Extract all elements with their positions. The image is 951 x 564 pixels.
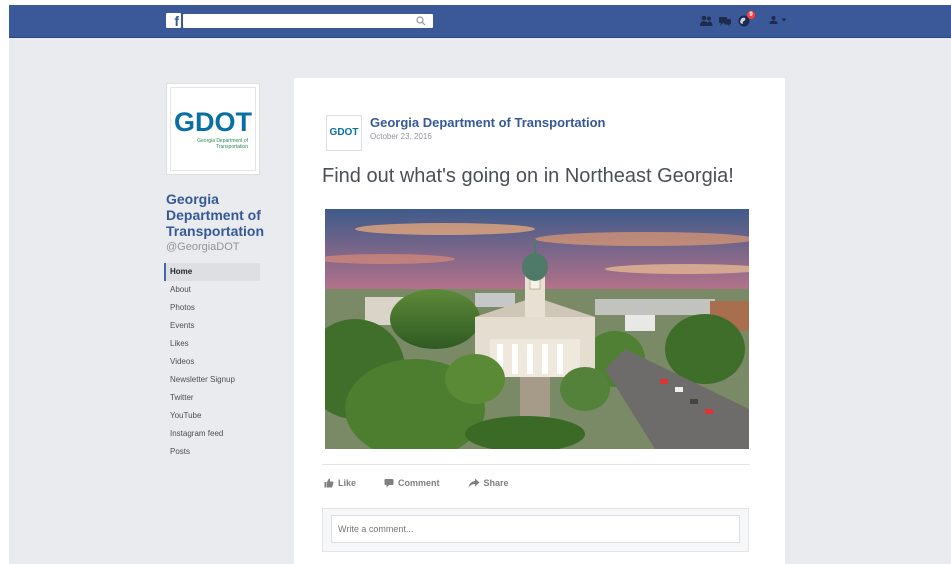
post-author-avatar[interactable]: GDOT [326,115,362,151]
top-icons-group: 9 [699,11,755,29]
logo-subtitle: Georgia Department of Transportation [197,137,248,150]
nav-item-events[interactable]: Events [164,317,260,335]
post-card: GDOT Georgia Department of Transportatio… [294,78,785,564]
nav-item-twitter[interactable]: Twitter [164,389,260,407]
logo-wordmark: GDOT [174,106,252,137]
nav-item-newsletter-signup[interactable]: Newsletter Signup [164,371,260,389]
comment-button[interactable]: Comment [384,478,440,488]
post-actions: Like Comment Share [324,478,509,488]
search-input[interactable] [183,14,413,28]
chevron-down-icon [781,18,787,21]
page-handle[interactable]: @GeorgiaDOT [166,241,240,253]
nav-item-likes[interactable]: Likes [164,335,260,353]
page-name[interactable]: Georgia Department of Transportation [166,191,276,239]
messages-icon[interactable] [718,14,732,28]
nav-item-instagram-feed[interactable]: Instagram feed [164,425,260,443]
nav-item-about[interactable]: About [164,281,260,299]
avatar-logo-text: GDOT [329,127,359,138]
search-icon[interactable] [415,15,427,27]
post-image[interactable] [325,209,749,449]
like-button[interactable]: Like [324,478,356,488]
comment-label: Comment [398,478,440,488]
search-box[interactable] [183,14,433,28]
friend-requests-icon[interactable] [699,14,713,28]
page-profile-picture[interactable]: GDOT Georgia Department of Transportatio… [166,83,260,175]
post-timestamp[interactable]: October 23, 2016 [370,132,432,141]
divider [322,464,750,465]
post-author-name[interactable]: Georgia Department of Transportation [370,115,605,130]
comment-composer [322,508,749,552]
courthouse-photo [325,209,749,449]
top-navigation-bar: f 9 [9,5,951,38]
notifications-button[interactable]: 9 [737,11,755,28]
app-frame: f 9 GDOT Georgia Department of Transport… [9,5,951,564]
nav-item-home[interactable]: Home [164,263,260,281]
account-menu[interactable] [769,15,787,24]
nav-item-youtube[interactable]: YouTube [164,407,260,425]
account-icon [769,16,778,24]
notification-badge: 9 [747,11,755,19]
like-label: Like [338,478,357,488]
nav-item-photos[interactable]: Photos [164,299,260,317]
share-arrow-icon [468,478,480,488]
nav-item-posts[interactable]: Posts [164,443,260,461]
gdot-logo: GDOT Georgia Department of Transportatio… [170,87,256,171]
share-button[interactable]: Share [468,478,509,488]
page-nav: Home About Photos Events Likes Videos Ne… [164,263,260,461]
logo-text: GDOT [174,106,252,137]
comment-bubble-icon [384,479,394,488]
post-text: Find out what's going on in Northeast Ge… [322,165,734,187]
like-thumb-icon [324,478,334,488]
comment-input[interactable] [331,515,740,543]
facebook-logo-icon[interactable]: f [166,13,181,28]
share-label: Share [483,478,509,488]
nav-item-videos[interactable]: Videos [164,353,260,371]
